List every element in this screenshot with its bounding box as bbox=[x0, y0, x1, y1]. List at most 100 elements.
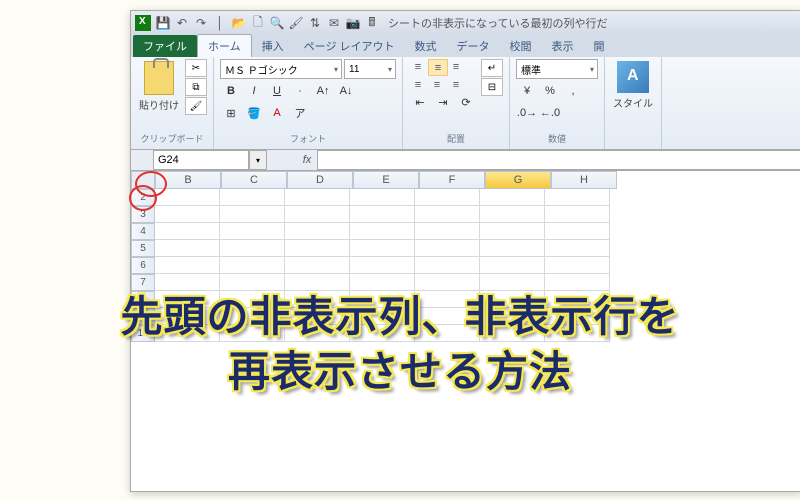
formula-bar[interactable] bbox=[317, 150, 800, 170]
cell-F4[interactable] bbox=[415, 223, 480, 240]
sort-icon[interactable]: ⇅ bbox=[307, 15, 323, 31]
grow-font-button[interactable]: A↑ bbox=[312, 81, 334, 101]
cell-F2[interactable] bbox=[415, 189, 480, 206]
indent-dec-button[interactable]: ⇤ bbox=[409, 92, 431, 112]
styles-button[interactable]: スタイル bbox=[611, 59, 655, 112]
cell-B8[interactable] bbox=[155, 291, 220, 308]
cell-C7[interactable] bbox=[220, 274, 285, 291]
column-header-G[interactable]: G bbox=[485, 171, 551, 189]
cell-G9[interactable] bbox=[480, 308, 545, 325]
column-header-D[interactable]: D bbox=[287, 171, 353, 189]
cell-D6[interactable] bbox=[285, 257, 350, 274]
brush-icon[interactable]: 🖌 bbox=[288, 15, 304, 31]
indent-inc-button[interactable]: ⇥ bbox=[432, 92, 454, 112]
cell-E2[interactable] bbox=[350, 189, 415, 206]
align-right-button[interactable]: ≡ bbox=[447, 77, 465, 92]
cell-E7[interactable] bbox=[350, 274, 415, 291]
cell-E10[interactable] bbox=[350, 325, 415, 342]
column-header-C[interactable]: C bbox=[221, 171, 287, 189]
percent-button[interactable]: % bbox=[539, 81, 561, 101]
cell-G6[interactable] bbox=[480, 257, 545, 274]
cell-G10[interactable] bbox=[480, 325, 545, 342]
row-header-6[interactable]: 6 bbox=[131, 257, 155, 274]
tab-insert[interactable]: 挿入 bbox=[252, 35, 294, 57]
wrap-text-button[interactable]: ↵ bbox=[481, 59, 503, 77]
cut-button[interactable]: ✂ bbox=[185, 59, 207, 77]
print-preview-icon[interactable]: 🔍 bbox=[269, 15, 285, 31]
column-header-F[interactable]: F bbox=[419, 171, 485, 189]
redo-icon[interactable]: ↷ bbox=[193, 15, 209, 31]
comma-button[interactable]: , bbox=[562, 81, 584, 101]
cell-C10[interactable] bbox=[220, 325, 285, 342]
cell-D8[interactable] bbox=[285, 291, 350, 308]
new-icon[interactable]: 🗋 bbox=[250, 15, 266, 31]
number-format-select[interactable]: 標準 bbox=[516, 59, 598, 79]
tab-review[interactable]: 校閲 bbox=[500, 35, 542, 57]
cell-G5[interactable] bbox=[480, 240, 545, 257]
cell-H9[interactable] bbox=[545, 308, 610, 325]
cell-D2[interactable] bbox=[285, 189, 350, 206]
cell-E5[interactable] bbox=[350, 240, 415, 257]
cell-C2[interactable] bbox=[220, 189, 285, 206]
cell-C4[interactable] bbox=[220, 223, 285, 240]
cell-F5[interactable] bbox=[415, 240, 480, 257]
cell-D9[interactable] bbox=[285, 308, 350, 325]
cell-D3[interactable] bbox=[285, 206, 350, 223]
font-name-select[interactable]: ＭＳ Ｐゴシック bbox=[220, 59, 342, 79]
cell-G7[interactable] bbox=[480, 274, 545, 291]
inc-decimal-button[interactable]: .0→ bbox=[516, 103, 538, 123]
currency-button[interactable]: ¥ bbox=[516, 81, 538, 101]
cell-D4[interactable] bbox=[285, 223, 350, 240]
cell-C3[interactable] bbox=[220, 206, 285, 223]
copy-button[interactable]: ⧉ bbox=[185, 78, 207, 96]
fill-color-button[interactable]: 🪣 bbox=[243, 103, 265, 123]
tab-file[interactable]: ファイル bbox=[133, 35, 197, 57]
cell-F10[interactable] bbox=[415, 325, 480, 342]
camera-icon[interactable]: 📷 bbox=[345, 15, 361, 31]
align-bottom-button[interactable]: ≡ bbox=[447, 59, 465, 74]
cell-H5[interactable] bbox=[545, 240, 610, 257]
cell-C5[interactable] bbox=[220, 240, 285, 257]
orientation-button[interactable]: ⟳ bbox=[455, 92, 477, 112]
tab-dev[interactable]: 開 bbox=[584, 35, 615, 57]
align-middle-button[interactable]: ≡ bbox=[428, 59, 448, 76]
cell-H4[interactable] bbox=[545, 223, 610, 240]
open-icon[interactable]: 📂 bbox=[231, 15, 247, 31]
cell-G2[interactable] bbox=[480, 189, 545, 206]
cell-B6[interactable] bbox=[155, 257, 220, 274]
cell-H10[interactable] bbox=[545, 325, 610, 342]
cell-H6[interactable] bbox=[545, 257, 610, 274]
tab-home[interactable]: ホーム bbox=[197, 34, 252, 57]
tab-data[interactable]: データ bbox=[447, 35, 500, 57]
italic-button[interactable]: I bbox=[243, 81, 265, 101]
column-header-H[interactable]: H bbox=[551, 171, 617, 189]
tab-page-layout[interactable]: ページ レイアウト bbox=[294, 35, 405, 57]
calc-icon[interactable]: 🖩 bbox=[364, 15, 380, 31]
fx-icon[interactable]: fx bbox=[297, 154, 317, 166]
cell-E4[interactable] bbox=[350, 223, 415, 240]
merge-button[interactable]: ⊟ bbox=[481, 78, 503, 96]
cell-G3[interactable] bbox=[480, 206, 545, 223]
cell-C8[interactable] bbox=[220, 291, 285, 308]
cell-H2[interactable] bbox=[545, 189, 610, 206]
row-header-7[interactable]: 7 bbox=[131, 274, 155, 291]
shrink-font-button[interactable]: A↓ bbox=[335, 81, 357, 101]
cell-B3[interactable] bbox=[155, 206, 220, 223]
paste-button[interactable]: 貼り付け bbox=[137, 59, 181, 114]
tab-formulas[interactable]: 数式 bbox=[405, 35, 447, 57]
cell-G4[interactable] bbox=[480, 223, 545, 240]
dec-decimal-button[interactable]: ←.0 bbox=[539, 103, 561, 123]
align-center-button[interactable]: ≡ bbox=[428, 77, 446, 92]
cell-B7[interactable] bbox=[155, 274, 220, 291]
name-box-dropdown[interactable]: ▾ bbox=[249, 150, 267, 170]
cell-H8[interactable] bbox=[545, 291, 610, 308]
cell-D5[interactable] bbox=[285, 240, 350, 257]
font-color-button[interactable]: A bbox=[266, 103, 288, 123]
cell-B5[interactable] bbox=[155, 240, 220, 257]
cell-B9[interactable] bbox=[155, 308, 220, 325]
tab-view[interactable]: 表示 bbox=[542, 35, 584, 57]
phonetic-button[interactable]: ア bbox=[289, 103, 311, 123]
cell-B4[interactable] bbox=[155, 223, 220, 240]
mail-icon[interactable]: ✉ bbox=[326, 15, 342, 31]
cell-F6[interactable] bbox=[415, 257, 480, 274]
